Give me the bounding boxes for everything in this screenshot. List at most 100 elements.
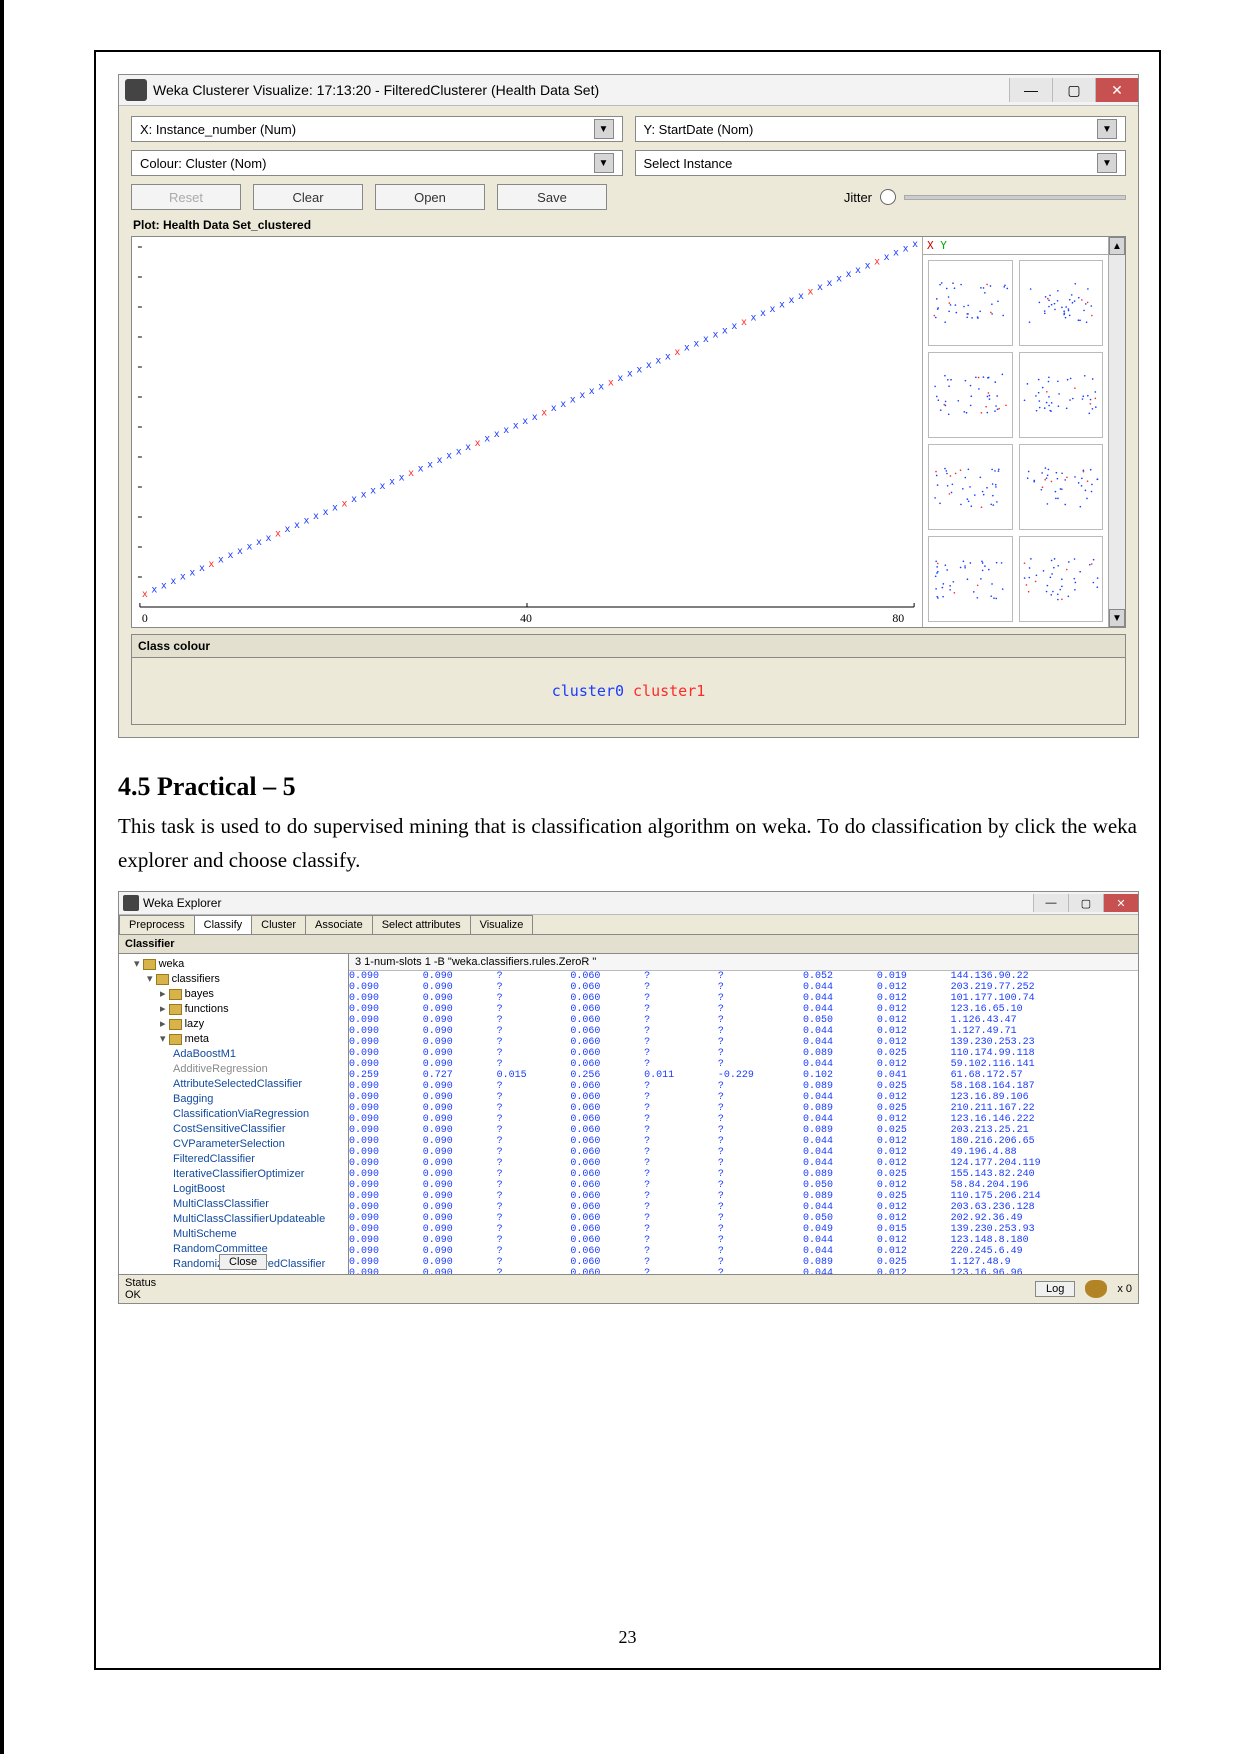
result-cell: 0.090 — [423, 1103, 497, 1114]
scatter-point: x — [332, 503, 338, 514]
result-cell: 0.089 — [803, 1169, 877, 1180]
scatter-point: x — [731, 321, 737, 332]
result-cell: 0.090 — [423, 1037, 497, 1048]
jitter-control[interactable]: Jitter — [844, 189, 1126, 205]
tree-folder[interactable]: wekaclassifiersbayesfunctionslazymetaAda… — [134, 957, 346, 1274]
scatter-point: x — [380, 481, 386, 492]
colour-combo[interactable]: Colour: Cluster (Nom) ▼ — [131, 150, 623, 176]
tree-folder[interactable]: lazy — [160, 1017, 346, 1032]
attribute-minimap[interactable] — [928, 260, 1013, 346]
scroll-up-icon[interactable]: ▲ — [1109, 237, 1125, 255]
minimap-scrollbar[interactable]: ▲ ▼ — [1108, 237, 1125, 627]
classifier-tree-pane[interactable]: wekaclassifiersbayesfunctionslazymetaAda… — [119, 954, 349, 1274]
attribute-minimap[interactable] — [1019, 260, 1104, 346]
jitter-knob-icon[interactable] — [880, 189, 896, 205]
window-minimize-button[interactable]: — — [1009, 78, 1052, 102]
result-cell: ? — [644, 1202, 718, 1213]
tree-leaf[interactable]: Bagging — [173, 1092, 346, 1107]
window-close-button[interactable]: ✕ — [1095, 78, 1138, 102]
x-axis-combo[interactable]: X: Instance_number (Num) ▼ — [131, 116, 623, 142]
select-instance-combo[interactable]: Select Instance ▼ — [635, 150, 1127, 176]
scatter-plot[interactable]: 0 40 80 — [132, 237, 922, 627]
tab-classify[interactable]: Classify — [194, 915, 253, 934]
tree-leaf[interactable]: FilteredClassifier — [173, 1152, 346, 1167]
result-cell: 0.025 — [877, 1257, 951, 1268]
tree-leaf[interactable]: MultiScheme — [173, 1227, 346, 1242]
tree-close-button[interactable]: Close — [219, 1254, 267, 1270]
tree-leaf[interactable]: ClassificationViaRegression — [173, 1107, 346, 1122]
y-axis-combo-label: Y: StartDate (Nom) — [644, 122, 754, 137]
tree-leaf[interactable]: IterativeClassifierOptimizer — [173, 1167, 346, 1182]
scatter-point: x — [446, 451, 452, 462]
result-cell: ? — [718, 1180, 803, 1191]
tree-folder[interactable]: classifiersbayesfunctionslazymetaAdaBoos… — [147, 972, 346, 1274]
save-button[interactable]: Save — [497, 184, 607, 210]
tree-folder[interactable]: metaAdaBoostM1AdditiveRegressionAttribut… — [160, 1032, 346, 1274]
result-cell: 0.044 — [803, 1136, 877, 1147]
result-cell: 0.060 — [570, 982, 644, 993]
tree-leaf[interactable]: AttributeSelectedClassifier — [173, 1077, 346, 1092]
attribute-minimap[interactable] — [928, 444, 1013, 530]
scatter-point: x — [865, 261, 871, 272]
result-row: 0.0900.090?0.060??0.0890.0251.127.48.9 — [349, 1257, 1138, 1268]
scatter-point: x — [304, 515, 310, 526]
tree-leaf[interactable]: MultiClassClassifierUpdateable — [173, 1212, 346, 1227]
scatter-point: x — [370, 485, 376, 496]
result-cell: 0.012 — [877, 993, 951, 1004]
tree-leaf[interactable]: AdditiveRegression — [173, 1062, 346, 1077]
result-cell: ? — [497, 1081, 571, 1092]
attribute-minimap[interactable] — [1019, 444, 1104, 530]
window-maximize-button[interactable]: ▢ — [1052, 78, 1095, 102]
result-cell: 0.012 — [877, 1235, 951, 1246]
tree-folder[interactable]: bayes — [160, 987, 346, 1002]
result-cell: ? — [644, 1235, 718, 1246]
tree-leaf[interactable]: AdaBoostM1 — [173, 1047, 346, 1062]
result-cell: 0.090 — [349, 1048, 423, 1059]
result-cell: 0.025 — [877, 1125, 951, 1136]
result-cell: 203.219.77.252 — [951, 982, 1138, 993]
result-cell: 123.16.65.10 — [951, 1004, 1138, 1015]
open-button[interactable]: Open — [375, 184, 485, 210]
window-maximize-button[interactable]: ▢ — [1068, 894, 1103, 912]
result-cell: ? — [718, 1202, 803, 1213]
tree-folder[interactable]: functions — [160, 1002, 346, 1017]
scatter-point: x — [665, 351, 671, 362]
tree-leaf[interactable]: RandomSubSpace — [173, 1272, 346, 1274]
result-row: 0.0900.090?0.060??0.0440.01259.102.116.1… — [349, 1059, 1138, 1070]
result-cell: 49.196.4.88 — [951, 1147, 1138, 1158]
attribute-minimap[interactable] — [1019, 536, 1104, 622]
tab-associate[interactable]: Associate — [305, 915, 373, 934]
scroll-down-icon[interactable]: ▼ — [1109, 609, 1125, 627]
attribute-minimap[interactable] — [1019, 352, 1104, 438]
result-cell: ? — [644, 1037, 718, 1048]
result-row: 0.0900.090?0.060??0.0890.02558.168.164.1… — [349, 1081, 1138, 1092]
result-cell: 0.060 — [570, 1191, 644, 1202]
result-cell: 0.050 — [803, 1213, 877, 1224]
y-axis-combo[interactable]: Y: StartDate (Nom) ▼ — [635, 116, 1127, 142]
attribute-minimap[interactable] — [928, 352, 1013, 438]
result-cell: 123.16.146.222 — [951, 1114, 1138, 1125]
window-minimize-button[interactable]: — — [1033, 894, 1068, 912]
tab-select-attributes[interactable]: Select attributes — [372, 915, 471, 934]
attribute-minimap[interactable] — [928, 536, 1013, 622]
scatter-point: x — [313, 511, 319, 522]
result-cell: 0.089 — [803, 1103, 877, 1114]
result-cell: ? — [718, 1125, 803, 1136]
tree-leaf[interactable]: LogitBoost — [173, 1182, 346, 1197]
reset-button[interactable]: Reset — [131, 184, 241, 210]
tab-visualize[interactable]: Visualize — [470, 915, 534, 934]
tree-leaf[interactable]: CVParameterSelection — [173, 1137, 346, 1152]
tree-leaf[interactable]: CostSensitiveClassifier — [173, 1122, 346, 1137]
result-scroll[interactable]: 0.0900.090?0.060??0.0520.019144.136.90.2… — [349, 971, 1138, 1274]
result-cell: 0.044 — [803, 1059, 877, 1070]
clear-button[interactable]: Clear — [253, 184, 363, 210]
result-row: 0.0900.090?0.060??0.0440.012220.245.6.49 — [349, 1246, 1138, 1257]
result-cell: 110.175.206.214 — [951, 1191, 1138, 1202]
tree-leaf[interactable]: MultiClassClassifier — [173, 1197, 346, 1212]
window-close-button[interactable]: ✕ — [1103, 894, 1138, 912]
status-text: OK — [125, 1289, 156, 1301]
log-button[interactable]: Log — [1035, 1281, 1075, 1297]
tab-cluster[interactable]: Cluster — [251, 915, 306, 934]
jitter-track[interactable] — [904, 195, 1126, 200]
tab-preprocess[interactable]: Preprocess — [119, 915, 195, 934]
